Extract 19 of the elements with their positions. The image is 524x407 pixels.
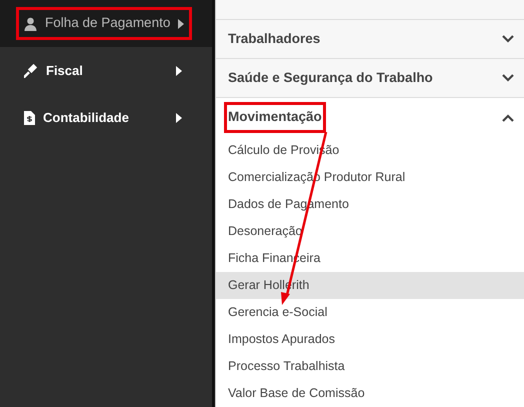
gavel-icon: [24, 64, 38, 78]
caret-right-icon: [176, 112, 182, 122]
sidebar-item[interactable]: Folha de Pagamento: [0, 0, 212, 47]
menu-item[interactable]: Gerencia e-Social: [216, 299, 524, 326]
caret-right-icon: [178, 18, 184, 28]
caret-right-icon: [176, 66, 182, 76]
section-header[interactable]: Saúde e Segurança do Trabalho: [216, 59, 524, 98]
menu-item[interactable]: Valor Base de Comissão: [216, 380, 524, 407]
menu-item[interactable]: Impostos Apurados: [216, 326, 524, 353]
sidebar-item[interactable]: Contabilidade: [0, 94, 212, 141]
menu-item[interactable]: Processo Trabalhista: [216, 353, 524, 380]
person-icon: [24, 16, 37, 30]
chevron-up-icon: [502, 114, 514, 122]
menu-item[interactable]: Desoneração: [216, 218, 524, 245]
document-icon: [24, 110, 35, 124]
chevron-down-icon: [502, 35, 514, 43]
sidebar-item[interactable]: Fiscal: [0, 47, 212, 94]
chevron-down-icon: [502, 74, 514, 82]
section-header[interactable]: Trabalhadores: [216, 20, 524, 59]
